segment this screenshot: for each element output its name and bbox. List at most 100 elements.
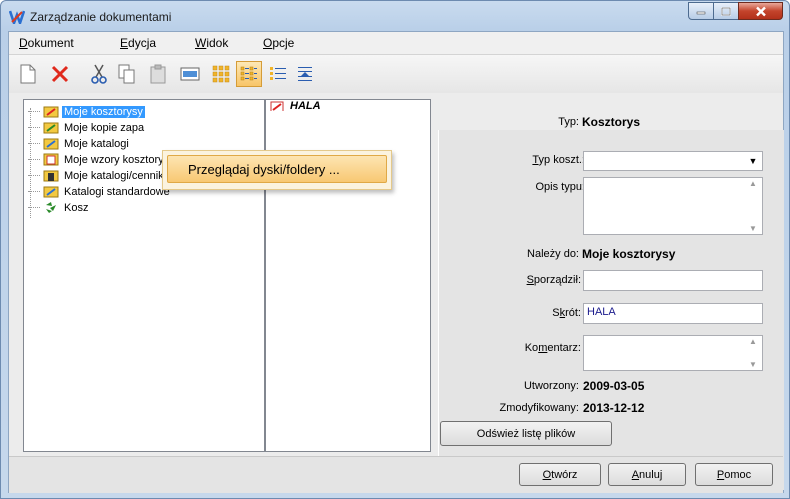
tree-connector	[28, 206, 40, 209]
large-icons-view-icon	[212, 65, 230, 83]
tree-item-label: Moje kopie zapa	[64, 121, 145, 134]
belongs-to-value: Moje kosztorysy	[582, 247, 676, 261]
prepared-by-label-text: porządził:	[533, 274, 581, 286]
menu-opcje[interactable]: Opcje	[263, 36, 294, 50]
estimate-type-label: Typ koszt.:	[489, 154, 585, 166]
prepared-by-input[interactable]	[583, 270, 763, 291]
tree-item-kosz[interactable]: Kosz	[28, 200, 90, 215]
scroll-up-icon[interactable]: ▲	[749, 337, 757, 346]
tree-connector	[28, 142, 40, 145]
menu-edycja[interactable]: Edycja	[120, 36, 156, 50]
minimize-button[interactable]	[688, 2, 714, 20]
file-item-hala[interactable]: HALA	[269, 101, 323, 111]
menu-dokument-hotkey: D	[19, 36, 28, 50]
short-name-label: Skrót:	[489, 307, 581, 319]
comment-label: Komentarz:	[489, 342, 581, 354]
large-icons-view-button[interactable]	[208, 61, 234, 87]
standard-catalog-icon	[43, 186, 59, 198]
created-value: 2009-03-05	[583, 379, 645, 393]
recycle-bin-icon	[46, 202, 56, 213]
window-title: Zarządzanie dokumentami	[30, 10, 172, 24]
copy-button[interactable]	[114, 61, 140, 87]
new-document-button[interactable]	[15, 61, 41, 87]
help-button[interactable]: Pomoc	[695, 463, 773, 486]
menu-edycja-hotkey: E	[120, 36, 129, 50]
delete-button[interactable]	[47, 61, 73, 87]
tree-connector	[28, 110, 40, 113]
maximize-button[interactable]	[713, 2, 739, 20]
estimate-type-select[interactable]: ▼	[583, 151, 763, 171]
preview-button[interactable]	[177, 61, 203, 87]
menu-widok[interactable]: Widok	[195, 36, 228, 50]
comment-hotkey: m	[538, 342, 548, 354]
belongs-to-label: Należy do:	[527, 248, 579, 260]
open-label: twórz	[551, 468, 578, 481]
scroll-down-icon[interactable]: ▼	[749, 224, 757, 233]
main-window: Zarządzanie dokumentami Dokument Edycja …	[0, 0, 790, 499]
cancel-label: nuluj	[639, 468, 663, 481]
catalog-folder-icon	[43, 138, 59, 150]
refresh-file-list-button[interactable]: Odśwież listę plików	[440, 421, 612, 446]
small-icons-view-button[interactable]	[236, 61, 262, 87]
estimate-file-icon	[270, 101, 284, 111]
new-document-icon	[20, 64, 36, 84]
short-name-suffix: rót:	[565, 307, 581, 319]
paste-button[interactable]	[145, 61, 171, 87]
menu-opcje-hotkey: O	[263, 36, 273, 50]
scrollbar[interactable]: ▲ ▼	[745, 179, 761, 233]
tree-connector	[28, 158, 40, 161]
comment-field[interactable]: ▲ ▼	[583, 335, 763, 371]
menu-widok-hotkey: W	[195, 36, 207, 50]
type-description-field[interactable]: ▲ ▼	[583, 177, 763, 235]
template-folder-icon	[43, 153, 59, 166]
prepared-by-hotkey: S	[526, 274, 534, 286]
tree-item-katalogi-standardowe[interactable]: Katalogi standardowe	[28, 184, 172, 199]
tree-connector	[28, 190, 40, 193]
short-name-input[interactable]: HALA	[583, 303, 763, 324]
small-icons-view-icon	[240, 66, 257, 81]
tree-item-label: Katalogi standardowe	[64, 185, 170, 198]
browse-drives-folders-item[interactable]: Przeglądaj dyski/foldery ...	[167, 155, 387, 183]
cut-icon	[91, 64, 107, 84]
tree-item-moje-katalogi[interactable]: Moje katalogi	[28, 136, 131, 151]
close-icon	[755, 6, 766, 16]
open-hotkey: O	[542, 468, 552, 481]
backup-folder-icon	[43, 122, 59, 134]
menu-dokument-label: okument	[27, 36, 74, 50]
menu-opcje-label: pcje	[272, 36, 295, 50]
modified-label: Zmodyfikowany:	[499, 402, 579, 414]
scroll-down-icon[interactable]: ▼	[749, 360, 757, 369]
tree-item-label: Kosz	[64, 201, 89, 214]
estimate-folder-icon	[43, 106, 59, 118]
help-label: omoc	[724, 468, 752, 481]
scroll-up-icon[interactable]: ▲	[749, 179, 757, 188]
scrollbar[interactable]: ▲ ▼	[745, 337, 761, 369]
menu-edycja-label: dycja	[128, 36, 157, 50]
tree-item-moje-kopie[interactable]: Moje kopie zapa	[28, 120, 146, 135]
context-menu: Przeglądaj dyski/foldery ...	[162, 150, 392, 190]
cut-button[interactable]	[86, 61, 112, 87]
caption-buttons	[688, 2, 783, 22]
tree-item-label: Moje katalogi	[64, 137, 129, 150]
building-catalog-icon	[43, 170, 59, 182]
type-value: Kosztorys	[582, 115, 641, 129]
title-bar[interactable]: Zarządzanie dokumentami	[1, 1, 789, 31]
details-view-button[interactable]	[292, 61, 318, 87]
list-view-button[interactable]	[265, 61, 291, 87]
open-button[interactable]: Otwórz	[519, 463, 601, 486]
list-view-icon	[270, 67, 286, 80]
menu-dokument[interactable]: Dokument	[19, 36, 74, 50]
preview-icon	[180, 67, 200, 81]
tree-item-label: Moje kosztorysy	[62, 105, 145, 118]
help-hotkey: P	[716, 468, 725, 481]
cancel-button[interactable]: Anuluj	[608, 463, 686, 486]
menu-widok-label: idok	[206, 36, 229, 50]
maximize-icon	[721, 6, 731, 16]
close-button[interactable]	[738, 2, 783, 20]
file-item-label: HALA	[290, 101, 321, 111]
tree-item-moje-kosztorysy[interactable]: Moje kosztorysy	[28, 104, 145, 119]
comment-suffix: entarz:	[547, 342, 581, 354]
modified-value: 2013-12-12	[583, 401, 645, 415]
chevron-down-icon[interactable]: ▼	[746, 154, 760, 168]
copy-icon	[118, 64, 135, 84]
